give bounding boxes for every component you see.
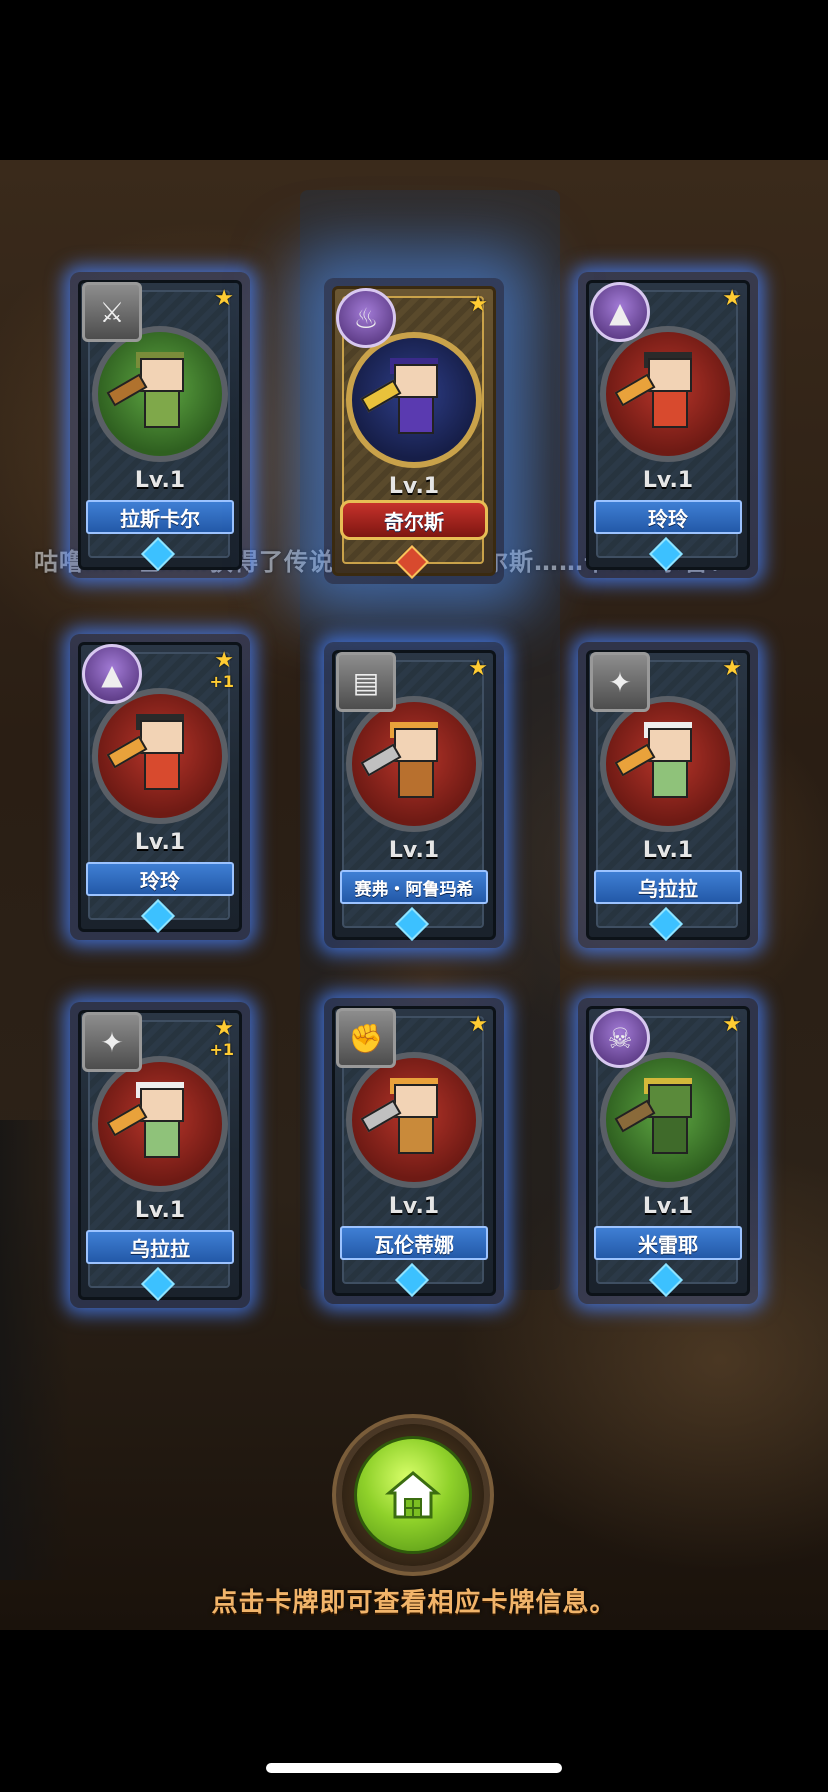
card-reveal-stage: 咕噜……哇……获得了传说……是……奇尔斯……卡……恭喜！ ⚔ ★ Lv.1 拉斯… xyxy=(0,160,828,1630)
card-name: 拉斯卡尔 xyxy=(86,500,234,534)
star-icon: ★ xyxy=(214,286,234,311)
star-icon: ★ xyxy=(722,286,742,311)
hero-sprite xyxy=(360,722,440,798)
hero-portrait xyxy=(346,332,482,468)
star-icon: ★ xyxy=(468,292,488,317)
card-4[interactable]: ▲ ★ +1 Lv.1 玲玲 xyxy=(70,634,250,940)
card-9[interactable]: ☠ ★ Lv.1 米雷耶 xyxy=(578,998,758,1304)
hero-portrait xyxy=(92,326,228,462)
upgrade-plus-badge: +1 xyxy=(209,672,234,691)
hero-sprite xyxy=(614,1078,694,1154)
card-7[interactable]: ✦ ★ +1 Lv.1 乌拉拉 xyxy=(70,1002,250,1308)
card-name: 米雷耶 xyxy=(594,1226,742,1260)
hero-sprite xyxy=(360,1078,440,1154)
star-icon: ★ xyxy=(214,1016,234,1041)
game-screen: 咕噜……哇……获得了传说……是……奇尔斯……卡……恭喜！ ⚔ ★ Lv.1 拉斯… xyxy=(0,0,828,1792)
wizard-hat-icon: ▲ xyxy=(82,644,142,704)
hero-portrait xyxy=(92,688,228,824)
card-level: Lv.1 xyxy=(134,830,186,855)
hero-sprite xyxy=(106,1082,186,1158)
home-button[interactable] xyxy=(342,1424,484,1566)
card-8[interactable]: ✊ ★ Lv.1 瓦伦蒂娜 xyxy=(324,998,504,1304)
wizard-hat-icon: ▲ xyxy=(590,282,650,342)
shield-crossed-swords-icon: ⚔ xyxy=(82,282,142,342)
card-level: Lv.1 xyxy=(388,1194,440,1219)
card-3[interactable]: ▲ ★ Lv.1 玲玲 xyxy=(578,272,758,578)
card-1[interactable]: ⚔ ★ Lv.1 拉斯卡尔 xyxy=(70,272,250,578)
winged-shield-icon: ✦ xyxy=(82,1012,142,1072)
hero-portrait xyxy=(600,696,736,832)
card-2-legendary[interactable]: ♨ ★ Lv.1 奇尔斯 xyxy=(324,278,504,584)
book-icon: ▤ xyxy=(336,652,396,712)
card-6[interactable]: ✦ ★ Lv.1 乌拉拉 xyxy=(578,642,758,948)
star-icon: ★ xyxy=(722,656,742,681)
hero-sprite xyxy=(360,358,440,434)
hero-portrait xyxy=(92,1056,228,1192)
card-level: Lv.1 xyxy=(388,838,440,863)
fist-icon: ✊ xyxy=(336,1008,396,1068)
star-icon: ★ xyxy=(722,1012,742,1037)
card-name: 玲玲 xyxy=(86,862,234,896)
star-icon: ★ xyxy=(468,1012,488,1037)
star-icon: ★ xyxy=(468,656,488,681)
card-level: Lv.1 xyxy=(134,468,186,493)
hero-sprite xyxy=(614,722,694,798)
hero-sprite xyxy=(614,352,694,428)
hero-portrait xyxy=(600,326,736,462)
instruction-hint: 点击卡牌即可查看相应卡牌信息。 xyxy=(211,1588,617,1618)
card-level: Lv.1 xyxy=(388,474,440,499)
winged-shield-icon: ✦ xyxy=(590,652,650,712)
card-name: 奇尔斯 xyxy=(340,500,488,540)
upgrade-plus-badge: +1 xyxy=(209,1040,234,1059)
card-name: 赛弗・阿鲁玛希 xyxy=(340,870,488,904)
home-button-face xyxy=(354,1436,472,1554)
hero-portrait xyxy=(600,1052,736,1188)
card-5[interactable]: ▤ ★ Lv.1 赛弗・阿鲁玛希 xyxy=(324,642,504,948)
hero-sprite xyxy=(106,714,186,790)
card-level: Lv.1 xyxy=(642,838,694,863)
card-name: 乌拉拉 xyxy=(594,870,742,904)
hero-portrait xyxy=(346,1052,482,1188)
card-level: Lv.1 xyxy=(642,468,694,493)
skull-icon: ☠ xyxy=(590,1008,650,1068)
hero-portrait xyxy=(346,696,482,832)
card-level: Lv.1 xyxy=(642,1194,694,1219)
card-name: 玲玲 xyxy=(594,500,742,534)
hero-sprite xyxy=(106,352,186,428)
spiral-staff-icon: ♨ xyxy=(336,288,396,348)
card-name: 瓦伦蒂娜 xyxy=(340,1226,488,1260)
card-name: 乌拉拉 xyxy=(86,1230,234,1264)
star-icon: ★ xyxy=(214,648,234,673)
home-indicator-bar[interactable] xyxy=(266,1763,562,1773)
home-icon xyxy=(385,1471,441,1519)
card-level: Lv.1 xyxy=(134,1198,186,1223)
